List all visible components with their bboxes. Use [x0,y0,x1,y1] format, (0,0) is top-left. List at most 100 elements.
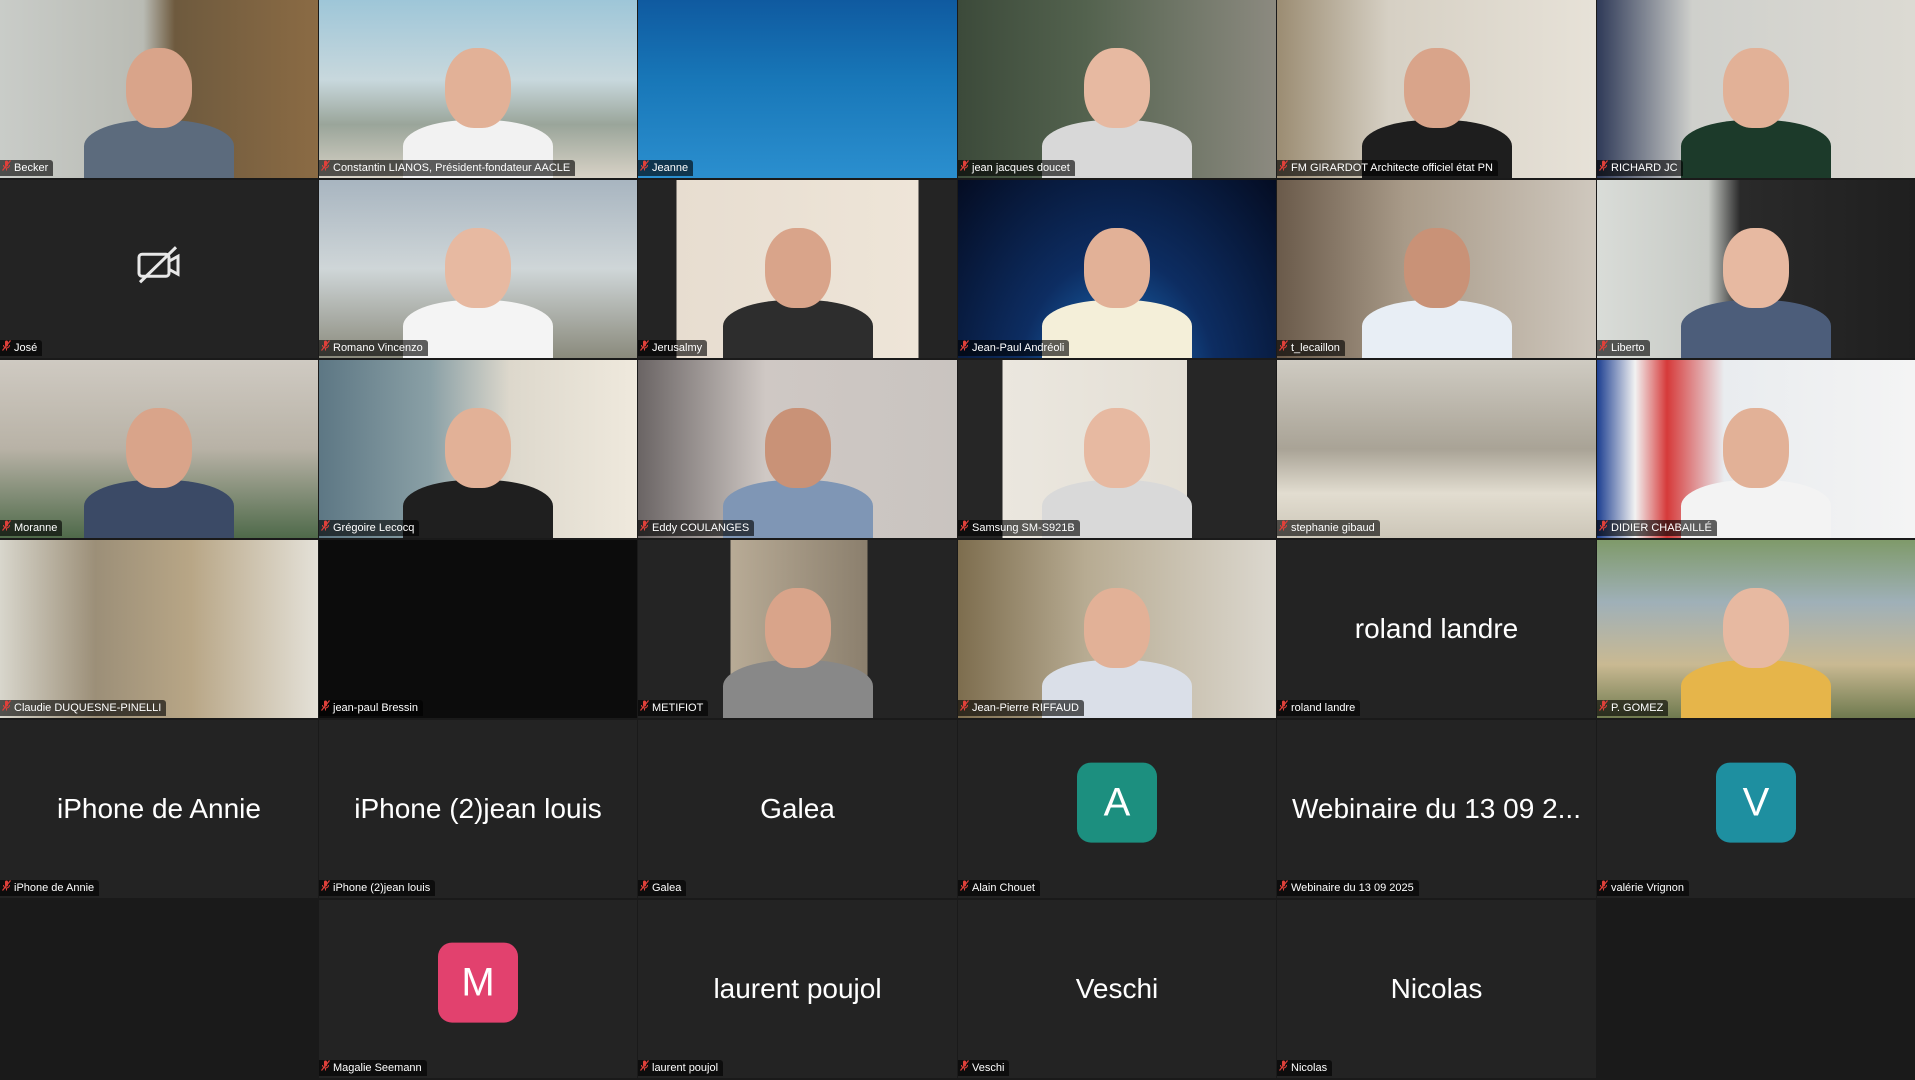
video-off-icon [136,244,182,289]
participant-display-name: Veschi [1075,973,1159,1004]
participant-tile[interactable]: Nicolas Nicolas [1277,900,1596,1078]
participant-tile[interactable]: Vvalérie Vrignon [1597,720,1915,898]
participant-name: Galea [652,881,682,894]
mic-muted-icon [960,340,969,356]
participant-name: Grégoire Lecocq [333,521,415,534]
participant-tile[interactable]: RICHARD JC [1597,0,1915,178]
participant-name: stephanie gibaud [1291,521,1375,534]
participant-tile[interactable]: FM GIRARDOT Architecte officiel état PN [1277,0,1596,178]
mic-muted-icon [960,1060,969,1076]
participant-tile[interactable]: Jeanne [638,0,957,178]
participant-tile[interactable]: iPhone (2)jean louis iPhone (2)jean louis [319,720,637,898]
participant-tile[interactable]: Eddy COULANGES [638,360,957,538]
participant-display-name: iPhone de Annie [57,793,261,824]
participant-nameplate: jean-paul Bressin [319,700,423,716]
participant-figure [1671,388,1841,538]
participant-tile[interactable]: Liberto [1597,180,1915,358]
participant-nameplate: FM GIRARDOT Architecte officiel état PN [1277,160,1498,176]
participant-nameplate: Alain Chouet [958,880,1040,896]
participant-tile[interactable]: Webinaire du 13 09 2... Webinaire du 13 0… [1277,720,1596,898]
participant-name: Samsung SM-S921B [972,521,1075,534]
participant-figure [393,208,563,358]
participant-tile[interactable]: roland landre roland landre [1277,540,1596,718]
mic-muted-icon [1599,880,1608,896]
participant-display-name: laurent poujol [713,973,882,1004]
participant-name: DIDIER CHABAILLÉ [1611,521,1712,534]
participant-tile[interactable]: M Magalie Seemann [319,900,637,1078]
mic-muted-icon [2,880,11,896]
mic-muted-icon [640,520,649,536]
participant-tile[interactable]: iPhone de Annie iPhone de Annie [0,720,318,898]
participant-tile[interactable]: METIFIOT [638,540,957,718]
participant-name: Romano Vincenzo [333,341,423,354]
participant-tile[interactable]: Veschi Veschi [958,900,1276,1078]
mic-muted-icon [321,160,330,176]
participant-nameplate: METIFIOT [638,700,709,716]
participant-name: Jean-Pierre RIFFAUD [972,701,1079,714]
mic-muted-icon [2,700,11,716]
participant-nameplate: Galea [638,880,687,896]
participant-name: jean jacques doucet [972,161,1070,174]
participant-figure [713,388,883,538]
participant-figure [713,208,883,358]
participant-name: RICHARD JC [1611,161,1678,174]
participant-tile[interactable]: t_lecaillon [1277,180,1596,358]
gallery-grid: Becker Constantin LIANOS, Président-fonda… [0,0,1915,1080]
participant-tile[interactable]: Claudie DUQUESNE-PINELLI [0,540,318,718]
participant-nameplate: Liberto [1597,340,1650,356]
participant-nameplate: Jerusalmy [638,340,708,356]
participant-figure [393,388,563,538]
participant-tile[interactable]: jean-paul Bressin [319,540,637,718]
participant-name: Nicolas [1291,1061,1328,1074]
participant-nameplate: Veschi [958,1060,1010,1076]
participant-name: Becker [14,161,49,174]
mic-muted-icon [960,880,969,896]
participant-display-name: roland landre [1354,613,1519,644]
participant-figure [1671,568,1841,718]
participant-tile[interactable]: Jean-Pierre RIFFAUD [958,540,1276,718]
participant-figure [1671,28,1841,178]
video-feed [1277,360,1596,538]
mic-muted-icon [321,520,330,536]
participant-nameplate: Eddy COULANGES [638,520,755,536]
mic-muted-icon [1279,700,1288,716]
mic-muted-icon [1279,1060,1288,1076]
participant-name: valérie Vrignon [1611,881,1684,894]
participant-tile[interactable]: Galea Galea [638,720,957,898]
participant-tile[interactable]: Romano Vincenzo [319,180,637,358]
participant-tile[interactable]: P. GOMEZ [1597,540,1915,718]
mic-muted-icon [640,340,649,356]
participant-tile[interactable]: Jean-Paul Andréoli [958,180,1276,358]
participant-tile[interactable]: José [0,180,318,358]
participant-display-name: Webinaire du 13 09 2... [1291,793,1581,824]
participant-nameplate: roland landre [1277,700,1361,716]
participant-name: Webinaire du 13 09 2025 [1291,881,1414,894]
participant-figure [74,388,244,538]
participant-tile[interactable]: DIDIER CHABAILLÉ [1597,360,1915,538]
avatar: A [1077,762,1157,843]
mic-muted-icon [640,700,649,716]
participant-nameplate: valérie Vrignon [1597,880,1689,896]
participant-nameplate: laurent poujol [638,1060,724,1076]
participant-nameplate: Samsung SM-S921B [958,520,1080,536]
participant-tile[interactable]: stephanie gibaud [1277,360,1596,538]
participant-name: Moranne [14,521,58,534]
participant-tile[interactable]: laurent poujol laurent poujol [638,900,957,1078]
participant-tile[interactable]: Moranne [0,360,318,538]
participant-tile[interactable]: Grégoire Lecocq [319,360,637,538]
mic-muted-icon [1599,700,1608,716]
participant-tile[interactable]: Becker [0,0,318,178]
participant-tile[interactable]: jean jacques doucet [958,0,1276,178]
mic-muted-icon [321,700,330,716]
participant-nameplate: RICHARD JC [1597,160,1683,176]
video-feed [0,540,318,718]
participant-figure [1032,208,1202,358]
participant-tile[interactable]: Samsung SM-S921B [958,360,1276,538]
participant-tile[interactable]: Constantin LIANOS, Président-fondateur A… [319,0,637,178]
participant-tile[interactable]: A Alain Chouet [958,720,1276,898]
participant-tile[interactable]: Jerusalmy [638,180,957,358]
participant-name: iPhone (2)jean louis [333,881,431,894]
participant-nameplate: P. GOMEZ [1597,700,1669,716]
mic-muted-icon [1279,340,1288,356]
participant-figure [393,28,563,178]
